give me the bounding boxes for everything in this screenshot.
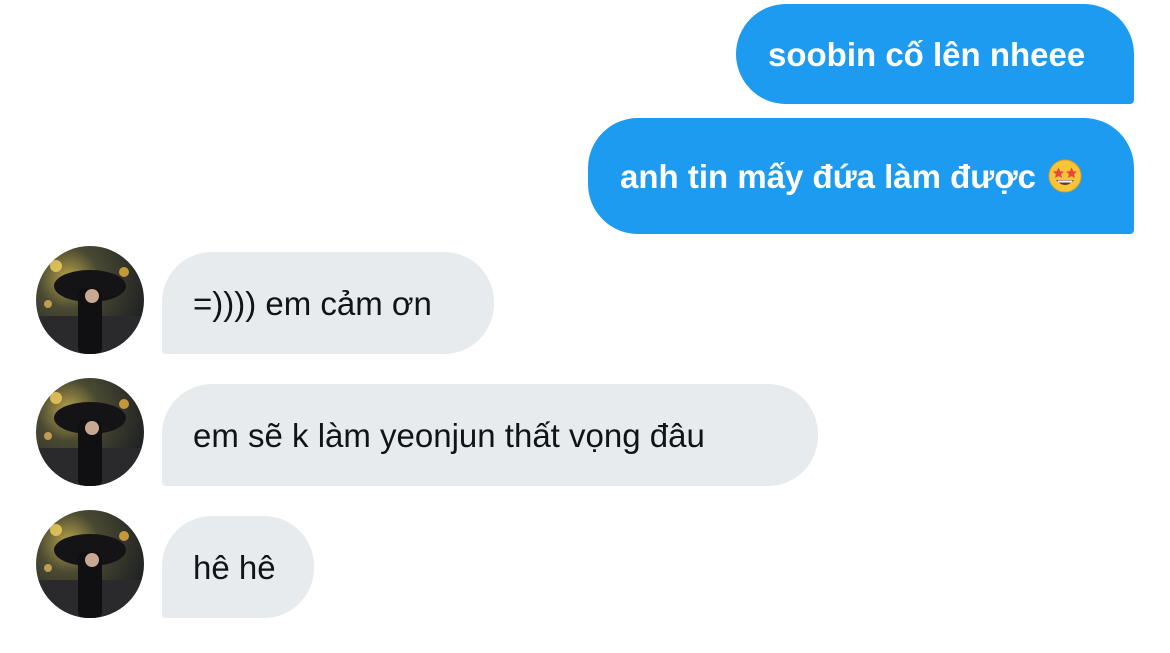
avatar[interactable]: [36, 510, 144, 618]
message-text: hê hê: [193, 548, 276, 586]
avatar-photo: [36, 246, 144, 354]
received-message-bubble[interactable]: em sẽ k làm yeonjun thất vọng đâu: [162, 384, 818, 486]
message-text: anh tin mấy đứa làm được: [620, 157, 1037, 195]
message-thread: soobin cố lên nheee anh tin mấy đứa làm …: [0, 0, 1170, 653]
received-message-bubble[interactable]: =)))) em cảm ơn: [162, 252, 494, 354]
avatar-photo: [36, 378, 144, 486]
star-struck-emoji-icon: [1048, 159, 1082, 193]
message-text: soobin cố lên nheee: [768, 35, 1086, 73]
message-text: =)))) em cảm ơn: [193, 284, 432, 322]
avatar-photo: [36, 510, 144, 618]
avatar[interactable]: [36, 246, 144, 354]
sent-message-bubble[interactable]: soobin cố lên nheee: [736, 4, 1134, 104]
received-message-bubble[interactable]: hê hê: [162, 516, 314, 618]
message-text: em sẽ k làm yeonjun thất vọng đâu: [193, 416, 705, 454]
avatar[interactable]: [36, 378, 144, 486]
sent-message-bubble[interactable]: anh tin mấy đứa làm được: [588, 118, 1134, 234]
